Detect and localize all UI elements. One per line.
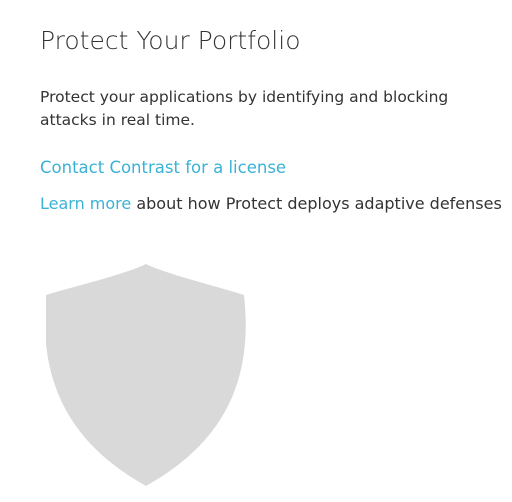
description-text: Protect your applications by identifying… <box>40 88 449 129</box>
shield-icon <box>46 264 246 486</box>
learn-more-link[interactable]: Learn more <box>40 194 131 213</box>
shield-shape <box>46 264 246 486</box>
learn-more-suffix: about how Protect deploys adaptive defen… <box>131 194 502 213</box>
contact-license-link[interactable]: Contact Contrast for a license <box>40 156 286 180</box>
page-title: Protect Your Portfolio <box>40 26 301 55</box>
learn-more-line: Learn more about how Protect deploys ada… <box>40 192 502 216</box>
